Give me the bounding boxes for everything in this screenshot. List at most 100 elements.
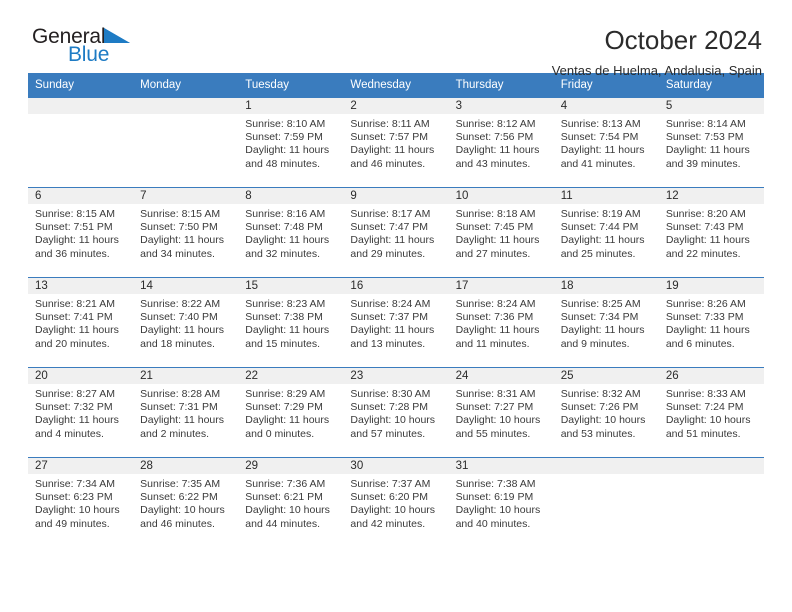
- sunrise-text: Sunrise: 7:35 AM: [140, 478, 221, 490]
- calendar-day-cell[interactable]: 12 Sunrise: 8:20 AM Sunset: 7:43 PM Dayligh…: [658, 187, 764, 278]
- calendar-day-cell[interactable]: 28 Sunrise: 7:35 AM Sunset: 6:22 PM Dayligh…: [133, 457, 239, 548]
- day-number: 18: [553, 278, 659, 294]
- page-title: October 2024: [604, 25, 762, 55]
- daylight-text: Daylight: 10 hours and 53 minutes.: [560, 414, 646, 440]
- daylight-text: Daylight: 10 hours and 44 minutes.: [245, 504, 330, 530]
- calendar-day-cell[interactable]: 8 Sunrise: 8:16 AM Sunset: 7:48 PM Daylight…: [238, 187, 344, 278]
- calendar-day-cell[interactable]: 10 Sunrise: 8:18 AM Sunset: 7:45 PM Dayligh…: [448, 187, 554, 278]
- day-number: 27: [28, 458, 134, 474]
- calendar-day-cell[interactable]: 5 Sunrise: 8:14 AM Sunset: 7:53 PM Daylight…: [658, 97, 764, 188]
- calendar-day-cell[interactable]: 23 Sunrise: 8:30 AM Sunset: 7:28 PM Dayligh…: [343, 367, 449, 458]
- calendar-day-cell[interactable]: 29 Sunrise: 7:36 AM Sunset: 6:21 PM Dayligh…: [238, 457, 344, 548]
- weekday-header-sunday: Sunday: [28, 73, 134, 98]
- day-number: [28, 98, 134, 114]
- calendar-day-cell[interactable]: 31 Sunrise: 7:38 AM Sunset: 6:19 PM Dayligh…: [448, 457, 554, 548]
- day-number: 11: [553, 188, 659, 204]
- calendar-day-cell[interactable]: 11 Sunrise: 8:19 AM Sunset: 7:44 PM Dayligh…: [553, 187, 659, 278]
- sunrise-text: Sunrise: 8:27 AM: [35, 388, 115, 400]
- sunset-text: Sunset: 7:27 PM: [455, 401, 534, 414]
- sunset-text: Sunset: 7:40 PM: [140, 311, 218, 324]
- calendar-day-cell[interactable]: 13 Sunrise: 8:21 AM Sunset: 7:41 PM Dayligh…: [28, 277, 134, 368]
- weekday-header-monday: Monday: [133, 73, 239, 98]
- day-details: Sunrise: 8:15 AM Sunset: 7:50 PM Daylight:…: [133, 204, 238, 261]
- sunset-text: Sunset: 6:21 PM: [245, 491, 323, 504]
- sunrise-text: Sunrise: 8:13 AM: [560, 118, 641, 130]
- calendar-day-cell[interactable]: 6 Sunrise: 8:15 AM Sunset: 7:51 PM Daylight…: [28, 187, 134, 278]
- day-details: Sunrise: 8:20 AM Sunset: 7:43 PM Daylight:…: [659, 204, 764, 261]
- sunset-text: Sunset: 7:34 PM: [560, 311, 639, 324]
- brand-general-text: General: [32, 25, 106, 48]
- day-number: 9: [343, 188, 449, 204]
- calendar-day-cell[interactable]: 24 Sunrise: 8:31 AM Sunset: 7:27 PM Dayligh…: [448, 367, 554, 458]
- sunset-text: Sunset: 7:43 PM: [665, 221, 744, 234]
- calendar-day-cell[interactable]: 20 Sunrise: 8:27 AM Sunset: 7:32 PM Dayligh…: [28, 367, 134, 458]
- sunrise-text: Sunrise: 8:18 AM: [455, 208, 536, 220]
- daylight-text: Daylight: 11 hours and 41 minutes.: [560, 144, 645, 170]
- day-number: 6: [28, 188, 134, 204]
- daylight-text: Daylight: 11 hours and 46 minutes.: [350, 144, 435, 170]
- daylight-text: Daylight: 11 hours and 34 minutes.: [140, 234, 224, 260]
- day-number: 3: [448, 98, 554, 114]
- sunset-text: Sunset: 7:31 PM: [140, 401, 218, 414]
- day-number: 12: [658, 188, 764, 204]
- day-number: 15: [238, 278, 344, 294]
- day-details: Sunrise: 8:15 AM Sunset: 7:51 PM Daylight:…: [28, 204, 133, 261]
- daylight-text: Daylight: 10 hours and 46 minutes.: [140, 504, 225, 530]
- sunrise-text: Sunrise: 8:24 AM: [455, 298, 536, 310]
- day-number: 31: [448, 458, 554, 474]
- brand-name-general: General: [32, 26, 132, 49]
- daylight-text: Daylight: 10 hours and 40 minutes.: [455, 504, 541, 530]
- calendar-day-cell[interactable]: 27 Sunrise: 7:34 AM Sunset: 6:23 PM Dayligh…: [28, 457, 134, 548]
- calendar-day-cell[interactable]: 26 Sunrise: 8:33 AM Sunset: 7:24 PM Dayligh…: [658, 367, 764, 458]
- sunset-text: Sunset: 7:56 PM: [455, 131, 534, 144]
- calendar-day-cell[interactable]: 15 Sunrise: 8:23 AM Sunset: 7:38 PM Dayligh…: [238, 277, 344, 368]
- day-number: 4: [553, 98, 659, 114]
- day-number: 29: [238, 458, 344, 474]
- day-number: 21: [133, 368, 239, 384]
- sunrise-text: Sunrise: 8:23 AM: [245, 298, 326, 310]
- calendar-day-cell[interactable]: 14 Sunrise: 8:22 AM Sunset: 7:40 PM Dayligh…: [133, 277, 239, 368]
- brand-logo[interactable]: General Blue: [28, 26, 132, 65]
- calendar-day-cell[interactable]: 4 Sunrise: 8:13 AM Sunset: 7:54 PM Daylight…: [553, 97, 659, 188]
- calendar-day-cell[interactable]: 17 Sunrise: 8:24 AM Sunset: 7:36 PM Dayligh…: [448, 277, 554, 368]
- sunrise-text: Sunrise: 8:17 AM: [350, 208, 431, 220]
- day-details: Sunrise: 8:10 AM Sunset: 7:59 PM Daylight:…: [238, 114, 343, 171]
- calendar-day-cell[interactable]: 30 Sunrise: 7:37 AM Sunset: 6:20 PM Dayligh…: [343, 457, 449, 548]
- day-details: Sunrise: 8:24 AM Sunset: 7:36 PM Daylight:…: [449, 294, 554, 351]
- sunset-text: Sunset: 7:24 PM: [665, 401, 744, 414]
- day-details: Sunrise: 7:35 AM Sunset: 6:22 PM Daylight:…: [133, 474, 238, 531]
- day-number: 30: [343, 458, 449, 474]
- calendar-day-cell[interactable]: 7 Sunrise: 8:15 AM Sunset: 7:50 PM Daylight…: [133, 187, 239, 278]
- day-number: 17: [448, 278, 554, 294]
- calendar-day-cell[interactable]: 3 Sunrise: 8:12 AM Sunset: 7:56 PM Daylight…: [448, 97, 554, 188]
- sunrise-text: Sunrise: 8:33 AM: [665, 388, 746, 400]
- sunrise-text: Sunrise: 7:34 AM: [35, 478, 115, 490]
- sunrise-text: Sunrise: 8:28 AM: [140, 388, 221, 400]
- sunset-text: Sunset: 7:29 PM: [245, 401, 323, 414]
- day-details: Sunrise: 8:25 AM Sunset: 7:34 PM Daylight:…: [554, 294, 659, 351]
- sunset-text: Sunset: 7:53 PM: [665, 131, 744, 144]
- calendar-day-cell[interactable]: 9 Sunrise: 8:17 AM Sunset: 7:47 PM Daylight…: [343, 187, 449, 278]
- sunrise-text: Sunrise: 8:21 AM: [35, 298, 115, 310]
- day-details: Sunrise: 8:13 AM Sunset: 7:54 PM Daylight:…: [554, 114, 659, 171]
- calendar-day-cell[interactable]: 25 Sunrise: 8:32 AM Sunset: 7:26 PM Dayligh…: [553, 367, 659, 458]
- calendar-day-cell[interactable]: 21 Sunrise: 8:28 AM Sunset: 7:31 PM Dayligh…: [133, 367, 239, 458]
- day-number: 16: [343, 278, 449, 294]
- sunrise-text: Sunrise: 8:24 AM: [350, 298, 431, 310]
- sunrise-text: Sunrise: 8:32 AM: [560, 388, 641, 400]
- daylight-text: Daylight: 11 hours and 22 minutes.: [665, 234, 750, 260]
- daylight-text: Daylight: 10 hours and 42 minutes.: [350, 504, 436, 530]
- calendar-day-cell[interactable]: 2 Sunrise: 8:11 AM Sunset: 7:57 PM Daylight…: [343, 97, 449, 188]
- calendar-day-cell[interactable]: 22 Sunrise: 8:29 AM Sunset: 7:29 PM Dayligh…: [238, 367, 344, 458]
- daylight-text: Daylight: 11 hours and 4 minutes.: [35, 414, 119, 440]
- day-details: Sunrise: 8:32 AM Sunset: 7:26 PM Daylight:…: [554, 384, 659, 441]
- calendar-day-cell-empty: [133, 97, 239, 188]
- sunrise-text: Sunrise: 8:26 AM: [665, 298, 746, 310]
- calendar-table: Sunday Monday Tuesday Wednesday Thursday…: [28, 73, 764, 548]
- calendar-day-cell[interactable]: 19 Sunrise: 8:26 AM Sunset: 7:33 PM Dayligh…: [658, 277, 764, 368]
- calendar-day-cell[interactable]: 1 Sunrise: 8:10 AM Sunset: 7:59 PM Daylight…: [238, 97, 344, 188]
- sunset-text: Sunset: 7:45 PM: [455, 221, 534, 234]
- calendar-day-cell[interactable]: 18 Sunrise: 8:25 AM Sunset: 7:34 PM Dayligh…: [553, 277, 659, 368]
- calendar-day-cell[interactable]: 16 Sunrise: 8:24 AM Sunset: 7:37 PM Dayligh…: [343, 277, 449, 368]
- sunset-text: Sunset: 7:59 PM: [245, 131, 323, 144]
